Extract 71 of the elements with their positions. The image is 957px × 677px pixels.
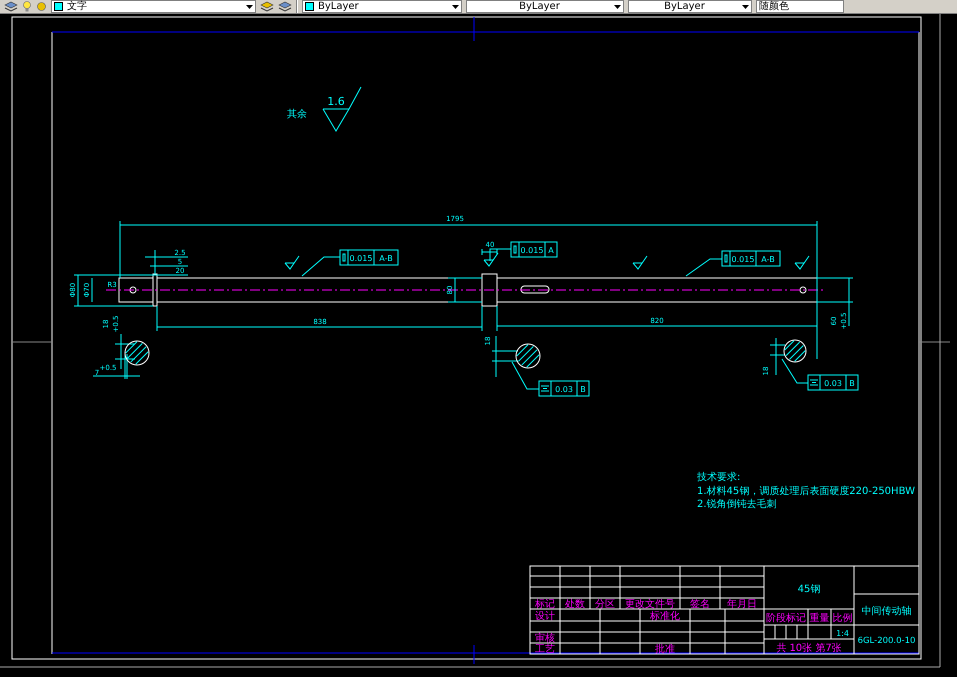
layers-icon[interactable] (278, 1, 292, 12)
tolerance-frame (538, 380, 590, 396)
caret-icon (246, 4, 253, 8)
dimension-text: 1.6 (327, 95, 345, 108)
layer-dropdown[interactable]: 文字 (51, 0, 256, 13)
roughness-symbol-icon (284, 256, 300, 270)
drawing-number: 6GL-200.0-10 (858, 636, 916, 646)
sun-icon[interactable] (36, 1, 47, 12)
tolerance-frame (808, 374, 858, 390)
shaft-section-drawing (784, 340, 806, 362)
cylindricity-symbol-icon (514, 246, 516, 254)
part-name: 中间传动轴 (862, 606, 912, 617)
tolerance-value: 0.03 (555, 385, 573, 394)
caret-icon (742, 4, 749, 8)
tolerance-value: 0.015 (520, 246, 544, 255)
cylindricity-symbol-icon (342, 254, 346, 262)
property-dropdown[interactable]: ByLayer (466, 0, 624, 13)
sheet-count: 共 10张 第7张 (776, 643, 842, 654)
title-block-label: 批准 (655, 644, 675, 655)
title-block-label: 重量 (810, 613, 830, 624)
requirement-text: 2.锐角倒钝去毛刺 (697, 499, 777, 510)
leader-line (686, 258, 722, 276)
layer-stack-icon[interactable] (260, 1, 274, 12)
leader-line (490, 248, 512, 262)
title-block-label: 设计 (535, 611, 555, 622)
tolerance-value: 0.015 (732, 255, 754, 264)
tolerance-value: 0.03 (824, 379, 842, 388)
datum-label: B (849, 379, 855, 388)
property-dropdown[interactable]: ByLayer (628, 0, 752, 13)
datum-label: B (580, 385, 586, 394)
requirement-text: 1.材料45钢，调质处理后表面硬度220-250HBW (697, 486, 915, 497)
shaft-section-drawing (516, 344, 540, 368)
bulb-icon[interactable] (22, 1, 32, 12)
cylindricity-symbol-icon (724, 254, 728, 262)
datum-label: A-B (761, 255, 775, 264)
roughness-symbol-icon (794, 256, 810, 270)
datum-label: A-B (379, 254, 393, 263)
roughness-symbol-icon (484, 252, 498, 267)
shaft-section-drawing (124, 340, 150, 366)
tolerance-frame (340, 250, 398, 266)
title-block-label: 分区 (595, 599, 615, 610)
title-block-label: 年月日 (727, 599, 757, 610)
symmetry-symbol-icon (810, 380, 818, 386)
title-block-label: 更改文件号 (625, 599, 675, 610)
leader-line (782, 358, 808, 384)
caret-icon (614, 4, 621, 8)
title-block-label: 工艺 (535, 644, 555, 655)
requirements-title: 技术要求: (697, 472, 740, 483)
tolerance-value: 0.015 (350, 254, 372, 263)
title-block-label: 标准化 (650, 611, 680, 622)
layers-icon[interactable] (4, 1, 18, 12)
leader-line (302, 256, 340, 276)
leader-line (512, 362, 540, 390)
title-block-label: 比例 (832, 613, 852, 624)
title-block-label: 阶段标记 (766, 613, 806, 624)
symmetry-symbol-icon (540, 386, 550, 392)
property-dropdown[interactable]: 随颜色 (756, 0, 844, 13)
scale-value: 1:4 (836, 629, 849, 638)
title-block-label: 签名 (690, 599, 710, 610)
caret-icon (452, 4, 459, 8)
property-dropdown[interactable]: ByLayer (302, 0, 462, 13)
roughness-symbol-icon (632, 256, 648, 270)
datum-label: A (548, 246, 554, 255)
title-block-label: 处数 (565, 599, 585, 610)
tolerance-frame (510, 242, 558, 258)
tolerance-frame (722, 250, 780, 266)
material-text: 45钢 (798, 584, 820, 595)
title-block-label: 审核 (535, 633, 555, 644)
title-block-label: 标记 (535, 599, 555, 610)
roughness-symbol-icon (322, 86, 362, 132)
roughness-label: 其余 (287, 109, 307, 120)
